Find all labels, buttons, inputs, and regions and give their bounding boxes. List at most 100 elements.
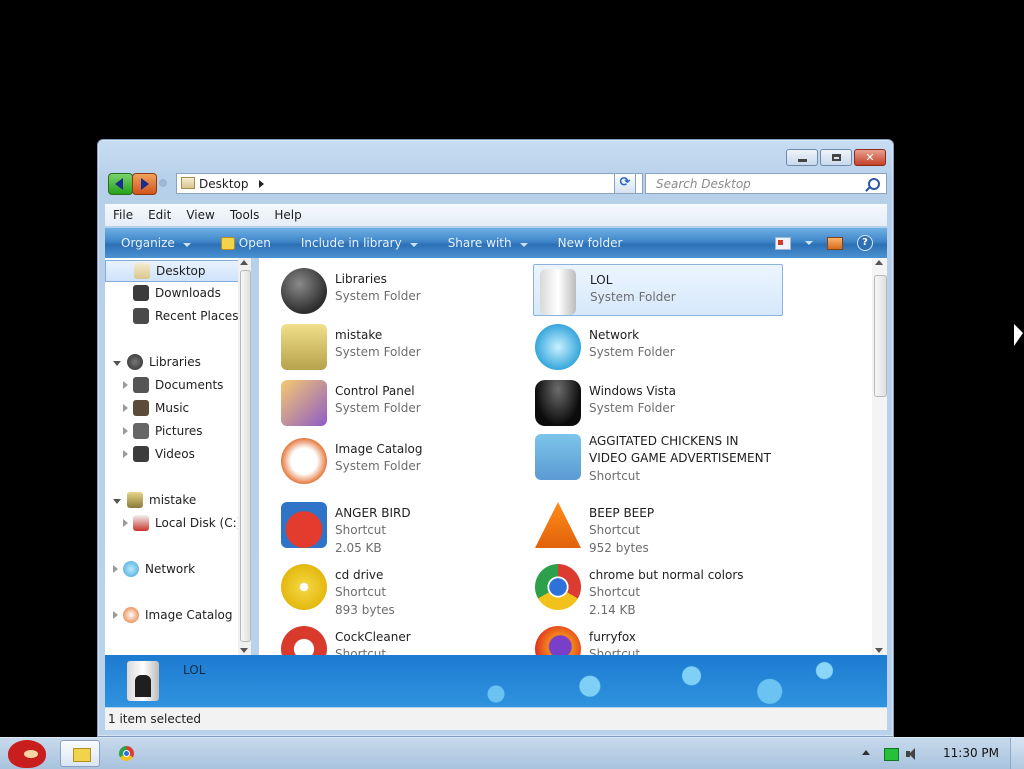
nav-item-mistake[interactable]: mistake <box>105 489 196 511</box>
list-item-windows-vista[interactable]: Windows Vista System Folder <box>533 376 783 428</box>
minimize-button[interactable] <box>786 149 818 166</box>
collapse-arrow-icon[interactable] <box>113 565 118 573</box>
list-item-libraries[interactable]: Libraries System Folder <box>279 264 529 316</box>
refresh-icon: ⟳ <box>619 175 631 190</box>
nav-item-libraries[interactable]: Libraries <box>105 351 201 373</box>
menu-edit[interactable]: Edit <box>140 208 178 222</box>
cd-icon <box>281 564 327 610</box>
show-desktop-button[interactable] <box>1010 738 1024 769</box>
open-label: Open <box>238 236 271 250</box>
list-item-anger-bird[interactable]: ANGER BIRD Shortcut 2.05 KB <box>279 498 529 556</box>
navigation-pane: Desktop Downloads Recent Places Librarie… <box>105 258 244 655</box>
volume-icon[interactable] <box>906 747 920 761</box>
forward-button[interactable] <box>132 173 157 195</box>
collapse-arrow-icon[interactable] <box>123 450 128 458</box>
nav-item-image-catalog[interactable]: Image Catalog <box>105 604 232 626</box>
nav-item-downloads[interactable]: Downloads <box>105 282 221 304</box>
globe-icon <box>535 324 581 370</box>
taskbar-explorer-button[interactable] <box>60 740 100 767</box>
address-bar[interactable]: Desktop <box>176 173 643 194</box>
menu-view[interactable]: View <box>178 208 221 222</box>
organize-button[interactable]: Organize <box>105 236 205 250</box>
scrollbar-thumb[interactable] <box>240 270 251 642</box>
organize-label: Organize <box>121 236 175 250</box>
collapse-arrow-icon[interactable] <box>123 519 128 527</box>
include-in-library-button[interactable]: Include in library <box>285 236 432 250</box>
nav-item-videos[interactable]: Videos <box>105 443 195 465</box>
black-cylinder-icon <box>535 380 581 426</box>
search-icon[interactable] <box>868 178 880 190</box>
expand-arrow-icon[interactable] <box>113 361 121 366</box>
nav-item-recent-places[interactable]: Recent Places <box>105 305 238 327</box>
collapse-arrow-icon[interactable] <box>123 381 128 389</box>
list-item-cockcleaner[interactable]: CockCleaner Shortcut <box>279 622 529 655</box>
list-item-beep-beep[interactable]: BEEP BEEP Shortcut 952 bytes <box>533 498 783 556</box>
item-name: Image Catalog <box>335 442 423 456</box>
nav-item-music[interactable]: Music <box>105 397 189 419</box>
nav-label-recent-places: Recent Places <box>155 309 239 323</box>
item-size: 952 bytes <box>589 541 649 555</box>
recent-pages-dropdown[interactable] <box>159 179 167 187</box>
view-options-chevron-icon[interactable] <box>805 241 813 245</box>
list-item-control-panel[interactable]: Control Panel System Folder <box>279 376 529 428</box>
expand-arrow-icon[interactable] <box>113 499 121 504</box>
share-with-button[interactable]: Share with <box>432 236 542 250</box>
collapse-arrow-icon[interactable] <box>123 404 128 412</box>
list-item-cd-drive[interactable]: cd drive Shortcut 893 bytes <box>279 560 529 618</box>
chrome-icon[interactable] <box>119 746 134 761</box>
include-in-library-label: Include in library <box>300 236 402 250</box>
scroll-down-arrow-icon[interactable] <box>240 648 248 653</box>
preview-pane-icon[interactable] <box>827 236 843 250</box>
item-type: System Folder <box>589 345 675 359</box>
menu-tools[interactable]: Tools <box>222 208 267 222</box>
maximize-button[interactable] <box>820 149 852 166</box>
nav-item-local-disk[interactable]: Local Disk (C:) <box>105 512 241 534</box>
help-icon[interactable]: ? <box>857 235 873 251</box>
scroll-up-arrow-icon[interactable] <box>240 260 248 265</box>
back-button[interactable] <box>108 173 133 195</box>
file-list: Libraries System Folder LOL System Folde… <box>259 258 872 655</box>
collapse-arrow-icon[interactable] <box>123 427 128 435</box>
start-button[interactable] <box>4 738 48 769</box>
list-item-chrome[interactable]: chrome but normal colors Shortcut 2.14 K… <box>533 560 783 618</box>
nav-item-pictures[interactable]: Pictures <box>105 420 203 442</box>
menu-help[interactable]: Help <box>266 208 308 222</box>
collapse-arrow-icon[interactable] <box>113 611 118 619</box>
item-type: Shortcut <box>589 647 641 655</box>
status-text: 1 item selected <box>108 712 202 726</box>
item-type: System Folder <box>335 401 421 415</box>
close-button[interactable]: ✕ <box>854 149 886 166</box>
minimize-icon <box>797 158 807 162</box>
search-box[interactable]: Search Desktop <box>645 173 887 194</box>
angry-bird-icon <box>8 740 46 768</box>
nav-item-desktop[interactable]: Desktop <box>105 260 242 282</box>
item-name: Libraries <box>335 272 387 286</box>
list-item-lol[interactable]: LOL System Folder <box>533 264 783 316</box>
breadcrumb-chevron-icon[interactable] <box>259 180 264 188</box>
nav-item-documents[interactable]: Documents <box>105 374 223 396</box>
list-item-mistake[interactable]: mistake System Folder <box>279 320 529 372</box>
documents-icon <box>133 377 149 393</box>
change-view-icon[interactable] <box>775 236 791 250</box>
new-folder-button[interactable]: New folder <box>542 236 637 250</box>
network-status-icon[interactable] <box>884 748 899 761</box>
menu-file[interactable]: File <box>105 208 140 222</box>
list-item-image-catalog[interactable]: Image Catalog System Folder <box>279 434 529 486</box>
show-hidden-icons-icon[interactable] <box>862 750 870 755</box>
navigation-scrollbar[interactable] <box>238 258 251 655</box>
scroll-down-arrow-icon[interactable] <box>875 648 883 653</box>
list-item-furryfox[interactable]: furryfox Shortcut <box>533 622 783 655</box>
scrollbar-thumb[interactable] <box>874 275 887 397</box>
item-type: Shortcut <box>335 523 387 537</box>
nav-item-network[interactable]: Network <box>105 558 195 580</box>
refresh-button[interactable]: ⟳ <box>614 173 636 194</box>
nav-label-videos: Videos <box>155 447 195 461</box>
file-list-scrollbar[interactable] <box>872 258 887 655</box>
open-button[interactable]: Open <box>205 236 285 250</box>
nav-label-network: Network <box>145 562 196 576</box>
scroll-up-arrow-icon[interactable] <box>875 260 883 265</box>
item-name: BEEP BEEP <box>589 506 655 520</box>
clock[interactable]: 11:30 PM <box>943 746 999 760</box>
list-item-network[interactable]: Network System Folder <box>533 320 783 372</box>
list-item-aggitated-chickens[interactable]: AGGITATED CHICKENS IN VIDEO GAME ADVERTI… <box>533 426 783 488</box>
